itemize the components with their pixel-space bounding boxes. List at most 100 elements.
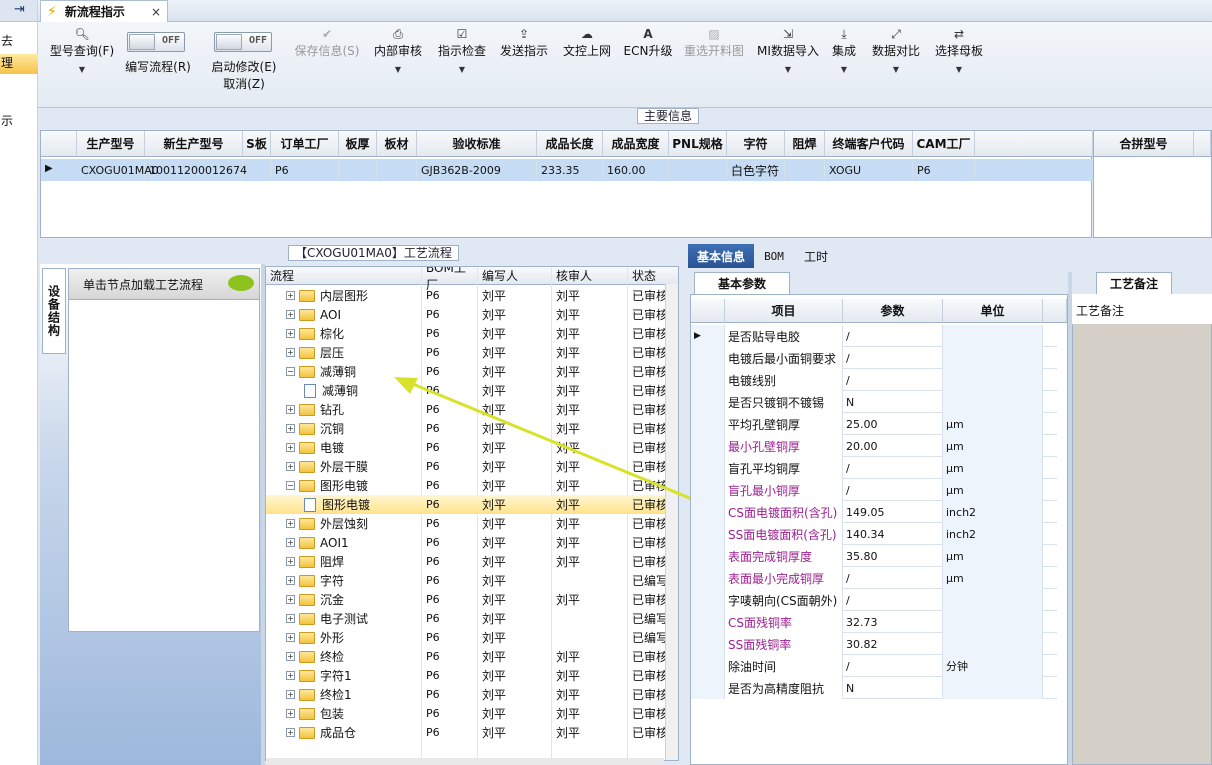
column-header[interactable]: 单位 bbox=[943, 299, 1043, 323]
tab-device-structure[interactable]: 设备结构 bbox=[42, 268, 66, 354]
logout-icon[interactable]: ⇥ bbox=[14, 2, 25, 17]
param-row[interactable]: 表面最小完成铜厚 / μm bbox=[691, 567, 1057, 589]
column-header[interactable]: 编写人 bbox=[478, 267, 552, 285]
param-param[interactable]: 25.00 bbox=[843, 413, 943, 435]
column-header[interactable]: 参数 bbox=[843, 299, 943, 323]
column-header[interactable]: 项目 bbox=[725, 299, 843, 323]
table-cell[interactable]: P6 bbox=[913, 160, 975, 180]
param-row[interactable]: 除油时间 / 分钟 bbox=[691, 655, 1057, 677]
column-header[interactable]: 板厚 bbox=[339, 131, 377, 157]
row-indicator[interactable] bbox=[691, 633, 725, 655]
param-row[interactable]: CS面电镀面积(含孔) 149.05 inch2 bbox=[691, 501, 1057, 523]
param-row[interactable]: 盲孔最小铜厚 / μm bbox=[691, 479, 1057, 501]
param-row[interactable]: 表面完成铜厚度 35.80 μm bbox=[691, 545, 1057, 567]
tree-row[interactable]: + 终检1 P6 刘平 刘平 已审核 bbox=[266, 685, 668, 704]
tree-row[interactable]: + 内层图形 P6 刘平 刘平 已审核 bbox=[266, 286, 668, 305]
param-row[interactable]: 平均孔壁铜厚 25.00 μm bbox=[691, 413, 1057, 435]
param-param[interactable]: 32.73 bbox=[843, 611, 943, 633]
param-param[interactable]: 35.80 bbox=[843, 545, 943, 567]
column-header[interactable]: CAM工厂 bbox=[913, 131, 975, 157]
expand-icon[interactable]: + bbox=[286, 462, 295, 471]
tab-process-notes[interactable]: 工艺备注 bbox=[1096, 272, 1172, 294]
table-cell[interactable]: 233.35 bbox=[537, 160, 603, 180]
column-header[interactable]: 板材 bbox=[377, 131, 417, 157]
row-indicator[interactable] bbox=[691, 567, 725, 589]
table-cell[interactable]: CXOGU01MA0 bbox=[77, 160, 159, 180]
expand-icon[interactable]: + bbox=[286, 405, 295, 414]
param-row[interactable]: SS面电镀面积(含孔) 140.34 inch2 bbox=[691, 523, 1057, 545]
table-cell[interactable]: XOGU bbox=[825, 160, 913, 180]
expand-icon[interactable]: + bbox=[286, 538, 295, 547]
start-edit-toggle[interactable]: OFF bbox=[214, 32, 272, 52]
row-indicator[interactable] bbox=[691, 457, 725, 479]
param-row[interactable]: 是否只镀铜不镀锡 N bbox=[691, 391, 1057, 413]
ecn-upgrade-button[interactable]: A ECN升级 bbox=[620, 26, 676, 59]
tree-row[interactable]: + AOI P6 刘平 刘平 已审核 bbox=[266, 305, 668, 324]
param-param[interactable]: N bbox=[843, 677, 943, 699]
table-cell[interactable]: 白色字符 bbox=[727, 160, 785, 180]
row-indicator[interactable] bbox=[691, 479, 725, 501]
tree-row[interactable]: + 电子测试 P6 刘平 已编写 bbox=[266, 609, 668, 628]
param-row[interactable]: 电镀后最小面铜要求 / bbox=[691, 347, 1057, 369]
table-cell[interactable]: 160.00 bbox=[603, 160, 669, 180]
table-cell[interactable]: P6 bbox=[271, 160, 339, 180]
tree-row[interactable]: + 终检 P6 刘平 刘平 已审核 bbox=[266, 647, 668, 666]
model-query-button[interactable]: 🔍︎ 型号查询(F) ▼ bbox=[46, 26, 118, 74]
tab-new-process[interactable]: ⚡ 新流程指示 × bbox=[40, 0, 168, 22]
param-param[interactable]: / bbox=[843, 347, 943, 369]
table-cell[interactable] bbox=[377, 160, 417, 180]
edit-flow-toggle[interactable]: OFF bbox=[127, 32, 185, 52]
row-indicator[interactable] bbox=[691, 435, 725, 457]
param-param[interactable]: 140.34 bbox=[843, 523, 943, 545]
column-header[interactable]: 订单工厂 bbox=[271, 131, 339, 157]
data-compare-button[interactable]: ⤢ 数据对比 ▼ bbox=[868, 26, 924, 74]
table-cell[interactable]: 10011200012674 bbox=[145, 160, 247, 180]
row-indicator[interactable] bbox=[691, 501, 725, 523]
left-nav-item-3[interactable]: 示 bbox=[0, 112, 38, 129]
tree-row[interactable]: + 沉金 P6 刘平 刘平 已审核 bbox=[266, 590, 668, 609]
cancel-label[interactable]: 取消(Z) bbox=[208, 75, 280, 92]
param-row[interactable]: 是否为高精度阻抗 N bbox=[691, 677, 1057, 699]
param-row[interactable]: 最小孔壁铜厚 20.00 μm bbox=[691, 435, 1057, 457]
expand-icon[interactable]: + bbox=[286, 329, 295, 338]
row-indicator[interactable] bbox=[691, 523, 725, 545]
left-nav-item-2[interactable]: 理 bbox=[0, 54, 38, 74]
save-info-button[interactable]: ✔ 保存信息(S) bbox=[291, 26, 363, 59]
param-param[interactable]: / bbox=[843, 655, 943, 677]
tab-basic-params[interactable]: 基本参数 bbox=[694, 272, 790, 294]
param-row[interactable]: 字唛朝向(CS面朝外) / bbox=[691, 589, 1057, 611]
row-indicator[interactable] bbox=[691, 589, 725, 611]
column-header[interactable]: BOM工厂 bbox=[422, 267, 478, 292]
column-header[interactable]: 终端客户代码 bbox=[825, 131, 913, 157]
expand-icon[interactable]: + bbox=[286, 728, 295, 737]
collapse-icon[interactable]: − bbox=[286, 481, 295, 490]
instruction-check-button[interactable]: ☑ 指示检查 ▼ bbox=[434, 26, 490, 74]
expand-icon[interactable]: + bbox=[286, 576, 295, 585]
row-indicator[interactable] bbox=[691, 347, 725, 369]
expand-icon[interactable]: + bbox=[286, 291, 295, 300]
column-header[interactable]: 状态 bbox=[628, 267, 678, 285]
param-row[interactable]: SS面残铜率 30.82 bbox=[691, 633, 1057, 655]
table-cell[interactable] bbox=[785, 160, 825, 180]
row-indicator[interactable] bbox=[691, 369, 725, 391]
upload-file-button[interactable]: ☁ 文控上网 bbox=[559, 26, 615, 59]
column-header[interactable]: 新生产型号 bbox=[145, 131, 243, 157]
column-header[interactable]: PNL规格 bbox=[669, 131, 727, 157]
column-header[interactable]: 生产型号 bbox=[77, 131, 145, 157]
row-indicator[interactable] bbox=[691, 413, 725, 435]
param-param[interactable]: / bbox=[843, 589, 943, 611]
speech-bubble-icon[interactable] bbox=[228, 275, 254, 291]
left-nav-item-1[interactable]: 去 bbox=[0, 32, 38, 49]
expand-icon[interactable]: + bbox=[286, 310, 295, 319]
tab-hours[interactable]: 工时 bbox=[794, 244, 838, 268]
expand-icon[interactable]: + bbox=[286, 519, 295, 528]
row-indicator[interactable] bbox=[691, 611, 725, 633]
reselect-panel-button[interactable]: ▨ 重选开料图 bbox=[682, 26, 746, 59]
param-param[interactable]: / bbox=[843, 567, 943, 589]
column-header[interactable]: 成品长度 bbox=[537, 131, 603, 157]
tree-row[interactable]: + 外形 P6 刘平 已编写 bbox=[266, 628, 668, 647]
column-header[interactable]: 验收标准 bbox=[417, 131, 537, 157]
column-header[interactable]: 成品宽度 bbox=[603, 131, 669, 157]
tree-row[interactable]: + 字符1 P6 刘平 刘平 已审核 bbox=[266, 666, 668, 685]
param-row[interactable]: 盲孔平均铜厚 / μm bbox=[691, 457, 1057, 479]
